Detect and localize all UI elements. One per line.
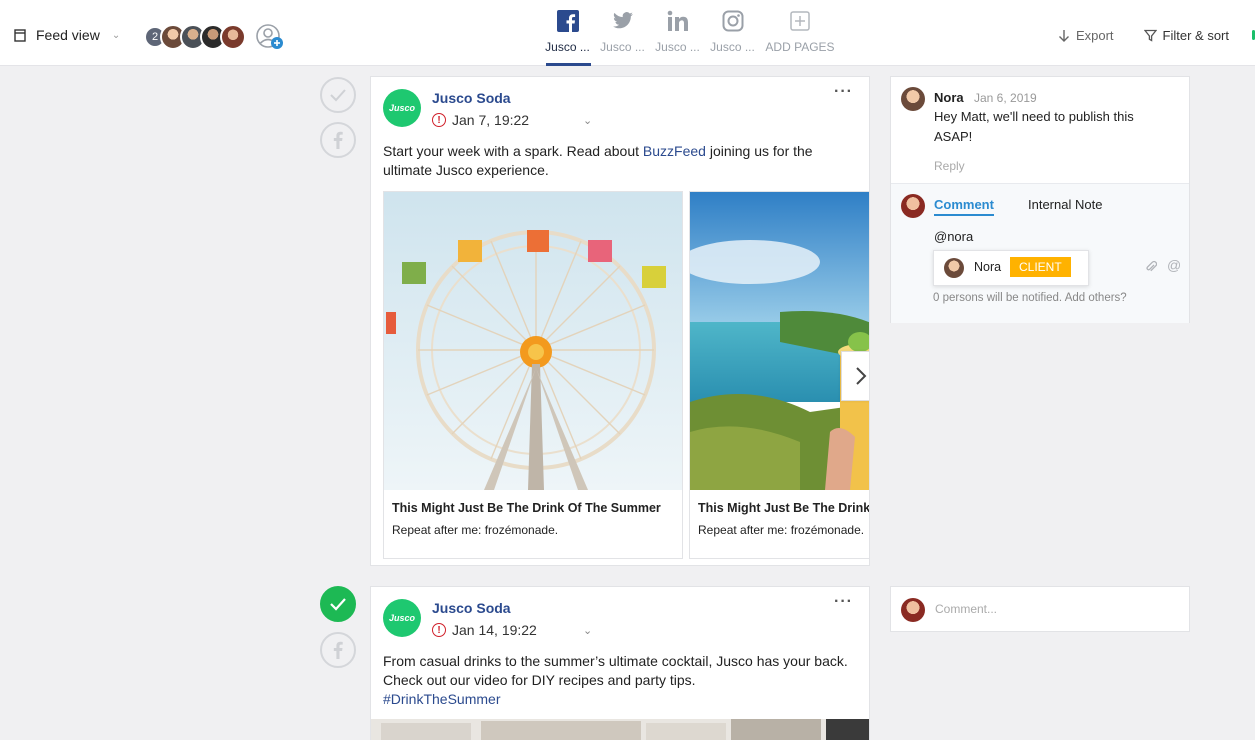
- add-square-icon: [790, 11, 810, 31]
- more-options-icon[interactable]: ···: [834, 593, 853, 611]
- comment-composer: Comment Internal Note @nora Nora CLIENT …: [891, 183, 1189, 323]
- export-button[interactable]: Export: [1058, 28, 1114, 43]
- page-tabs: Jusco ... Jusco ... Jusco ... Jusco ... …: [540, 6, 840, 66]
- team-avatars[interactable]: 2: [144, 24, 286, 50]
- twitter-icon: [612, 12, 633, 29]
- toolbar-actions: Export Filter & sort: [1058, 28, 1229, 43]
- more-options-icon[interactable]: ···: [834, 83, 853, 101]
- post-date: Jan 14, 19:22: [452, 622, 537, 638]
- client-badge: CLIENT: [1010, 257, 1071, 277]
- facebook-icon: [556, 10, 579, 32]
- network-facebook-badge: [320, 632, 356, 668]
- avatar: [944, 258, 964, 278]
- attachment-icon[interactable]: [1145, 260, 1158, 277]
- beach-drink-image: [690, 192, 869, 490]
- card-description: Repeat after me: frozémonade.: [392, 523, 559, 537]
- add-pages-button[interactable]: ADD PAGES: [760, 6, 840, 66]
- add-user-icon: [256, 24, 283, 49]
- post-text: Start your week with a spark. Read about…: [383, 142, 853, 180]
- card-description: Repeat after me: frozémonade.: [698, 523, 865, 537]
- network-facebook-badge: [320, 122, 356, 158]
- carousel-card[interactable]: This Might Just Be The Drink Of The Summ…: [383, 191, 683, 559]
- comment-author: Nora: [934, 90, 964, 105]
- tab-linkedin-page[interactable]: Jusco ...: [650, 6, 705, 66]
- tab-instagram-page[interactable]: Jusco ...: [705, 6, 760, 66]
- tab-twitter-page[interactable]: Jusco ...: [595, 6, 650, 66]
- post-text: From casual drinks to the summer’s ultim…: [383, 652, 853, 709]
- linkedin-icon: [667, 10, 688, 31]
- avatar[interactable]: [220, 24, 246, 50]
- avatar: [901, 87, 925, 111]
- card-title: This Might Just Be The Drink Of The Summ…: [698, 501, 869, 515]
- avatar: [901, 194, 925, 218]
- tab-comment[interactable]: Comment: [934, 197, 994, 216]
- feed-view-label: Feed view: [36, 27, 100, 43]
- mention-suggestion[interactable]: Nora CLIENT: [933, 250, 1089, 286]
- post-card[interactable]: Jusco Jusco Soda ! Jan 14, 19:22 ⌄ ··· F…: [370, 586, 870, 740]
- brand-name[interactable]: Jusco Soda: [432, 600, 511, 616]
- facebook-f-icon: [333, 131, 343, 149]
- tab-label: Jusco ...: [600, 40, 645, 54]
- warning-icon: !: [432, 113, 446, 127]
- avatar: [901, 598, 925, 622]
- download-arrow-icon: [1058, 30, 1069, 42]
- post-card[interactable]: Jusco Jusco Soda ! Jan 7, 19:22 ⌄ ··· St…: [370, 76, 870, 566]
- mention-name: Nora: [974, 260, 1002, 274]
- post-text-body: From casual drinks to the summer’s ultim…: [383, 653, 848, 688]
- chevron-down-icon[interactable]: ⌄: [583, 624, 592, 637]
- check-icon: [330, 89, 346, 102]
- link-carousel: This Might Just Be The Drink Of The Summ…: [383, 191, 869, 559]
- tab-label: Jusco ...: [710, 40, 755, 54]
- approve-post-button[interactable]: [320, 77, 356, 113]
- post-link[interactable]: BuzzFeed: [643, 143, 706, 159]
- reply-button[interactable]: Reply: [934, 159, 965, 173]
- post-date: Jan 7, 19:22: [452, 112, 530, 128]
- card-title: This Might Just Be The Drink Of The Summ…: [392, 501, 661, 515]
- warning-icon: !: [432, 623, 446, 637]
- mention-icon[interactable]: @: [1167, 257, 1181, 273]
- video-preview[interactable]: [371, 719, 869, 740]
- carousel-next-button[interactable]: [841, 351, 869, 401]
- top-toolbar: Feed view ⌄ 2 Jusco ... Jusco ... Jusco …: [0, 0, 1255, 66]
- tab-label: Jusco ...: [545, 40, 590, 54]
- comment-date: Jan 6, 2019: [974, 91, 1037, 105]
- comment-input[interactable]: Comment...: [935, 602, 997, 616]
- add-user-button[interactable]: [256, 24, 286, 50]
- post-schedule[interactable]: ! Jan 14, 19:22: [432, 622, 537, 638]
- chevron-down-icon: ⌄: [111, 29, 121, 41]
- feed-view-dropdown[interactable]: Feed view ⌄: [14, 27, 120, 43]
- tab-label: Jusco ...: [655, 40, 700, 54]
- filter-sort-label: Filter & sort: [1162, 28, 1229, 43]
- comment-box[interactable]: Comment...: [890, 586, 1190, 632]
- comment-text: Hey Matt, we'll need to publish this ASA…: [934, 109, 1134, 144]
- approved-status-button[interactable]: [320, 586, 356, 622]
- comment-input[interactable]: @nora: [934, 229, 973, 244]
- notify-text[interactable]: 0 persons will be notified. Add others?: [933, 292, 1127, 304]
- brand-name[interactable]: Jusco Soda: [432, 90, 511, 106]
- tab-facebook-page[interactable]: Jusco ...: [540, 6, 595, 66]
- comments-panel: Nora Jan 6, 2019 Hey Matt, we'll need to…: [890, 76, 1190, 323]
- filter-sort-button[interactable]: Filter & sort: [1143, 28, 1229, 43]
- chevron-right-icon: [856, 367, 867, 385]
- facebook-f-icon: [333, 641, 343, 659]
- chevron-down-icon[interactable]: ⌄: [583, 114, 592, 127]
- active-tab-indicator: [546, 63, 591, 66]
- instagram-icon: [722, 10, 743, 32]
- check-icon: [330, 598, 346, 611]
- post-text-part: Start your week with a spark. Read about: [383, 143, 643, 159]
- export-label: Export: [1075, 28, 1114, 43]
- ferris-wheel-image: [384, 192, 682, 490]
- tab-internal-note[interactable]: Internal Note: [1028, 197, 1102, 212]
- filter-icon: [1143, 29, 1157, 42]
- brand-logo: Jusco: [383, 89, 421, 127]
- brand-logo: Jusco: [383, 599, 421, 637]
- tab-label: ADD PAGES: [765, 40, 835, 54]
- post-schedule[interactable]: ! Jan 7, 19:22: [432, 112, 529, 128]
- post-hashtag[interactable]: #DrinkTheSummer: [383, 690, 853, 709]
- feed-view-icon: [14, 28, 26, 42]
